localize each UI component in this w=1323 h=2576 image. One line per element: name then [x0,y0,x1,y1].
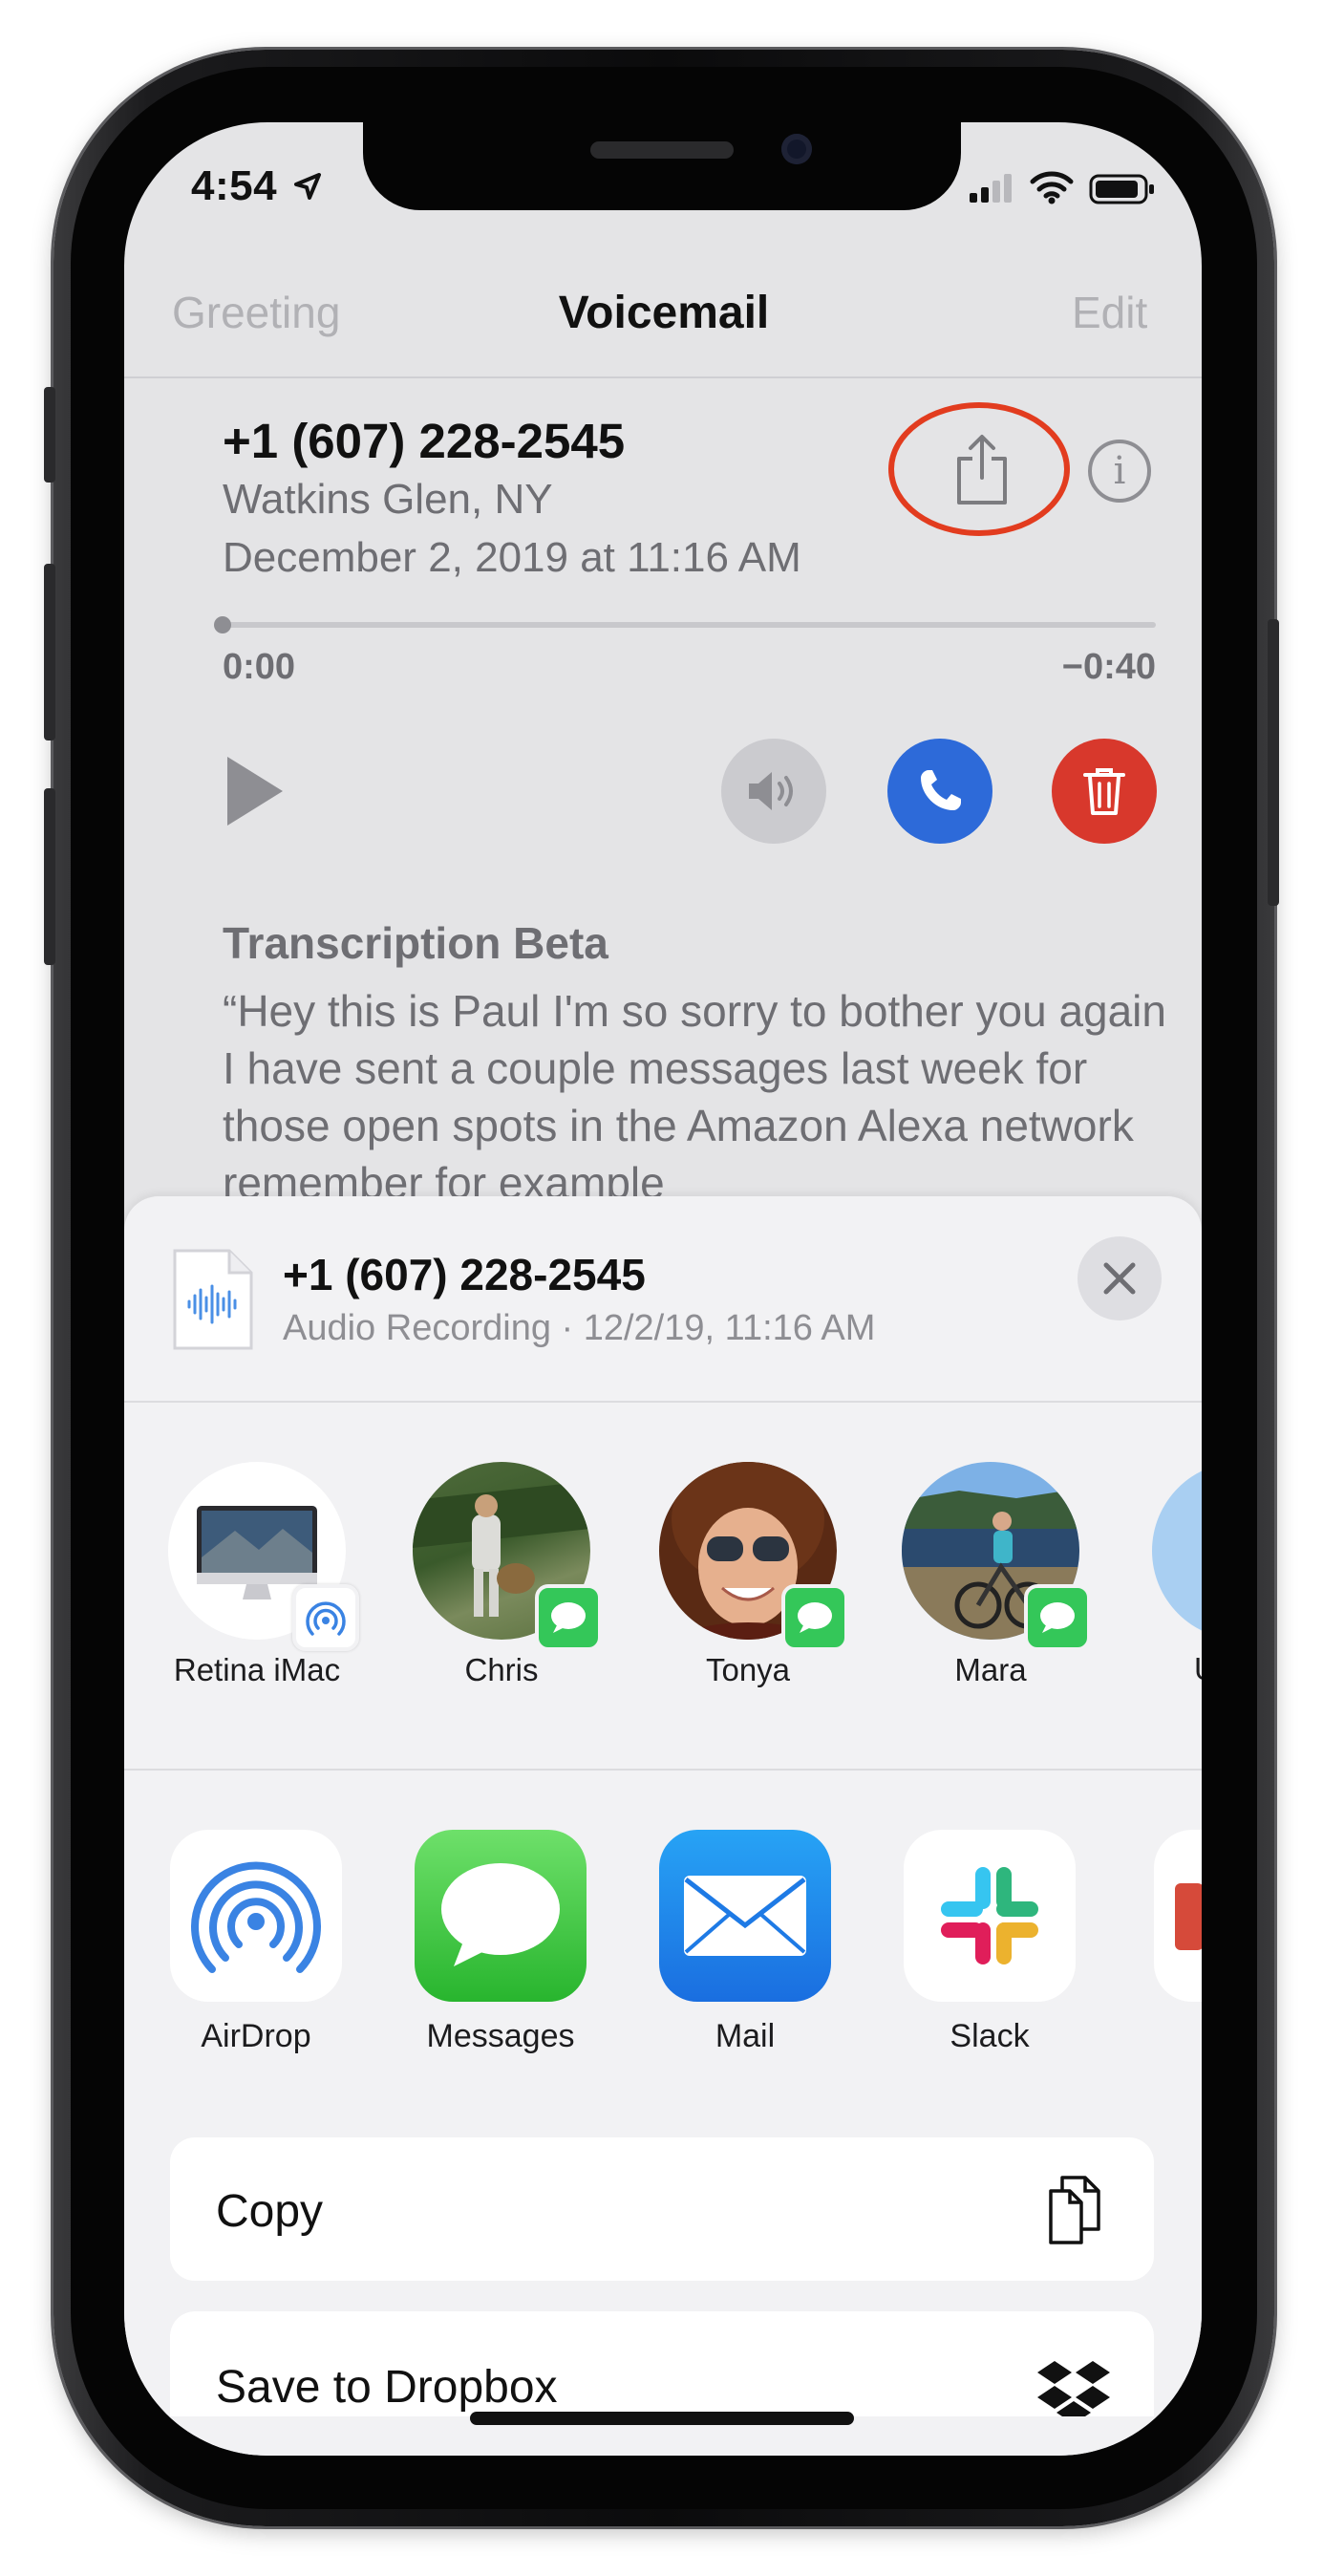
share-sheet-subtitle: Audio Recording · 12/2/19, 11:16 AM [283,1308,876,1348]
slack-icon [941,1867,1038,1964]
app-label-airdrop: AirDrop [201,2018,311,2054]
copy-label: Copy [216,2186,324,2237]
notch [363,122,961,210]
battery-icon [1089,174,1156,209]
app-airdrop[interactable] [170,1830,342,2002]
wifi-icon [1030,170,1074,209]
person-label-mara: Mara [954,1652,1027,1687]
remaining-time: −0:40 [1061,647,1156,687]
transcription-title: Transcription Beta [223,918,608,968]
play-icon[interactable] [227,757,283,826]
messages-badge-icon [535,1584,602,1651]
messages-badge-icon [781,1584,848,1651]
app-mail[interactable] [659,1830,831,2002]
person-label-partial: U [1194,1651,1202,1687]
edit-button[interactable]: Edit [1072,287,1147,338]
copy-action[interactable]: Copy [170,2137,1154,2281]
home-indicator[interactable] [470,2412,854,2425]
voicemail-number: +1 (607) 228-2545 [223,414,626,468]
voicemail-date: December 2, 2019 at 11:16 AM [223,534,801,581]
app-slack[interactable] [904,1830,1076,2002]
greeting-button[interactable]: Greeting [172,287,340,338]
messages-badge-icon [1024,1584,1091,1651]
app-label-messages: Messages [426,2018,575,2054]
airdrop-badge-icon [292,1584,359,1651]
airdrop-icon [191,1861,321,1973]
close-button[interactable] [1078,1236,1162,1320]
app-label-slack: Slack [950,2018,1030,2054]
person-label-chris: Chris [464,1652,539,1687]
copy-icon [1035,2172,1112,2248]
person-label-retina-imac: Retina iMac [173,1652,341,1687]
location-arrow-icon [293,172,322,205]
mute-switch [44,387,55,483]
elapsed-time: 0:00 [223,647,296,687]
transcription-clip: “Hey this is Paul I'm so sorry to bother… [223,982,1168,1196]
sheet-divider [124,1401,1202,1403]
volume-down-button [44,788,55,965]
mail-icon [684,1876,806,1956]
highlight-ring [888,402,1070,536]
cellular-signal-icon [970,174,1015,207]
voicemail-location: Watkins Glen, NY [223,476,553,523]
messages-icon [441,1863,560,1966]
status-time: 4:54 [191,162,278,209]
call-back-button[interactable] [887,739,992,844]
audio-file-icon [172,1248,254,1351]
front-camera [781,134,812,164]
dropbox-icon [1035,2355,1112,2416]
close-icon [1103,1262,1136,1295]
phone-icon [921,770,961,810]
dropbox-action-clip: Save to Dropbox [170,2311,1154,2416]
save-to-dropbox-label: Save to Dropbox [216,2362,558,2413]
person-label-tonya: Tonya [705,1652,791,1687]
scrubber-knob[interactable] [214,616,231,633]
app-label-mail: Mail [715,2018,776,2054]
side-button [1268,619,1279,906]
app-messages[interactable] [415,1830,587,2002]
app-icon-partial[interactable] [1154,1830,1202,2002]
earpiece-speaker [590,141,734,159]
nav-divider [124,376,1202,378]
volume-up-button [44,564,55,741]
sheet-divider [124,1769,1202,1771]
speaker-icon [749,772,793,810]
playback-scrubber[interactable] [223,622,1156,628]
page-title: Voicemail [558,288,770,338]
transcription-text: “Hey this is Paul I'm so sorry to bother… [223,986,1166,1196]
speaker-button[interactable] [721,739,826,844]
delete-button[interactable] [1052,739,1157,844]
share-sheet-title: +1 (607) 228-2545 [283,1250,646,1299]
save-to-dropbox-action[interactable]: Save to Dropbox [170,2311,1154,2416]
info-icon[interactable]: i [1088,440,1151,503]
trash-icon [1083,768,1125,815]
